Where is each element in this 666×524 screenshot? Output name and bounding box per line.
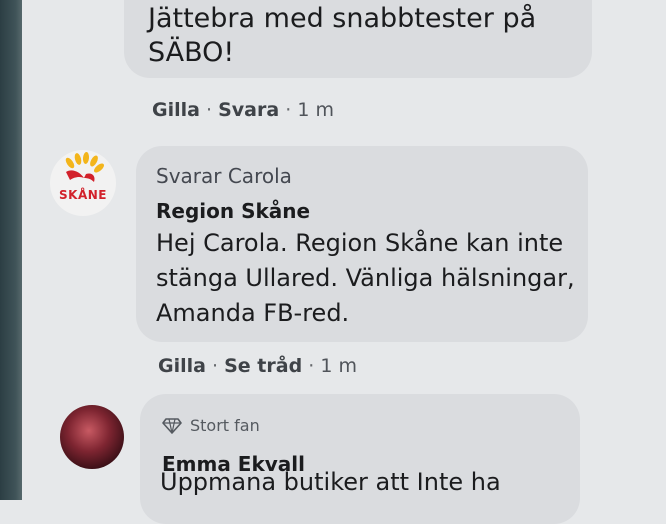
screen-bezel [0,0,22,500]
see-thread-link[interactable]: Se tråd [224,355,302,377]
comment-text: Hej Carola. Region Skåne kan inte stänga… [156,229,575,327]
timestamp[interactable]: 1 m [297,99,334,121]
like-link[interactable]: Gilla [152,99,200,121]
author-name[interactable]: Region Skåne [156,199,310,223]
comment-actions: Gilla · Svara · 1 m [152,99,334,121]
avatar[interactable] [60,405,124,469]
like-link[interactable]: Gilla [158,355,206,377]
replying-to-label: Svarar Carola [156,164,292,188]
reply-link[interactable]: Svara [218,99,279,121]
avatar[interactable]: SKÅNE [50,150,116,216]
region-skane-logo-icon [65,152,104,182]
separator-dot: · [308,355,321,377]
separator-dot: · [206,99,219,121]
separator-dot: · [285,99,298,121]
comment-text: Uppmana butiker att Inte ha [160,468,501,496]
diamond-icon [162,417,182,434]
logo-text: SKÅNE [59,188,107,202]
comment-text: Jättebra med snabbtester på SÄBO! [148,3,537,68]
timestamp[interactable]: 1 m [320,355,357,377]
fan-badge: Stort fan [162,416,260,435]
separator-dot: · [212,355,225,377]
badge-label: Stort fan [190,416,260,435]
comment-actions: Gilla · Se tråd · 1 m [158,355,357,377]
